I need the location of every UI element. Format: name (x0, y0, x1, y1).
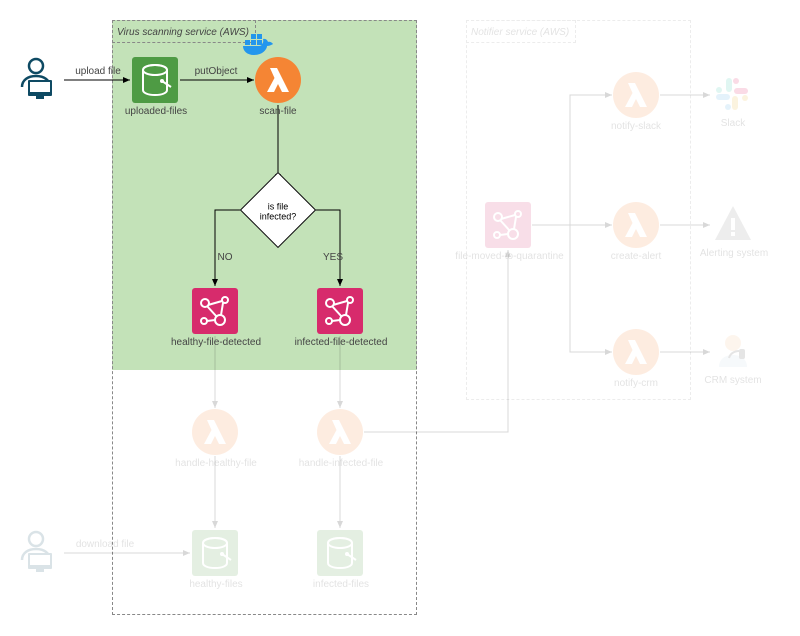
lambda-icon-scan-file (255, 57, 301, 103)
notify-crm-label: notify-crm (600, 378, 672, 389)
sns-icon-file-moved (485, 202, 531, 248)
put-object-label: putObject (186, 66, 246, 77)
slack-label: Slack (706, 118, 760, 129)
healthy-files-label: healthy-files (180, 579, 252, 590)
sns-icon-infected-detected (317, 288, 363, 334)
notify-slack-label: notify-slack (600, 121, 672, 132)
yes-label: YES (318, 252, 348, 263)
lambda-icon-notify-crm (613, 329, 659, 375)
lambda-icon-create-alert (613, 202, 659, 248)
download-file-label: download file (70, 539, 140, 550)
uploaded-files-label: uploaded-files (120, 106, 192, 117)
s3-icon-infected-files (317, 530, 363, 576)
user-downloader-icon (16, 527, 64, 575)
decision-text: is file infected? (251, 184, 305, 238)
file-moved-label: file-moved-to-quarantine (452, 251, 567, 262)
upload-file-label: upload file (70, 66, 126, 77)
s3-icon-healthy-files (192, 530, 238, 576)
infected-files-label: infected-files (305, 579, 377, 590)
crm-icon (713, 331, 753, 371)
infected-detected-label: infected-file-detected (293, 337, 389, 348)
sns-icon-healthy-detected (192, 288, 238, 334)
lambda-icon-notify-slack (613, 72, 659, 118)
user-uploader-icon (16, 54, 64, 102)
healthy-detected-label: healthy-file-detected (168, 337, 264, 348)
crm-label: CRM system (700, 375, 766, 386)
handle-healthy-label: handle-healthy-file (170, 458, 262, 469)
alerting-label: Alerting system (695, 248, 773, 259)
alert-icon (713, 204, 753, 244)
lambda-icon-handle-healthy (192, 409, 238, 455)
docker-icon (243, 30, 277, 58)
handle-infected-label: handle-infected-file (293, 458, 389, 469)
s3-icon-uploaded-files (132, 57, 178, 103)
no-label: NO (210, 252, 240, 263)
scan-file-label: scan-file (248, 106, 308, 117)
slack-icon (714, 76, 752, 114)
create-alert-label: create-alert (600, 251, 672, 262)
lambda-icon-handle-infected (317, 409, 363, 455)
